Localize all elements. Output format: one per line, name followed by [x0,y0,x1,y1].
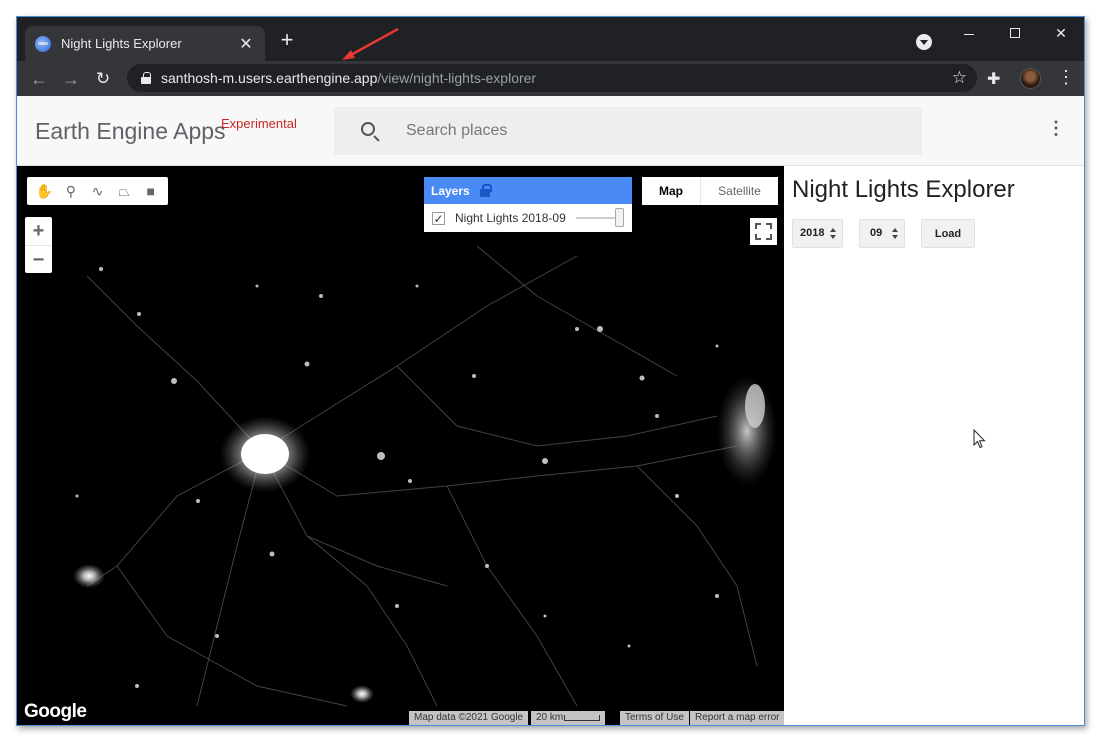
star-icon[interactable]: ☆ [952,68,967,88]
drawing-tools: ✋ ⚲ ∿ ⏢ ■ [27,177,168,205]
tab-strip: Night Lights Explorer ✕ + ✕ [17,17,1084,61]
search-icon [361,122,375,136]
mouse-cursor-icon [973,429,986,449]
search-box [334,107,922,155]
year-value: 2018 [800,227,825,239]
polygon-icon[interactable]: ⏢ [114,181,134,201]
map-scale[interactable]: 20 km [531,711,605,725]
map-canvas[interactable]: ✋ ⚲ ∿ ⏢ ■ + − Layers ✓ Night Lights 2018… [17,166,784,725]
marker-icon[interactable]: ⚲ [61,181,81,201]
tab-night-lights-explorer[interactable]: Night Lights Explorer ✕ [25,26,265,61]
favicon-icon [35,35,51,52]
panel-title: Night Lights Explorer [792,176,1015,203]
browser-toolbar: ← → ↻ santhosh-m.users.earthengine.app/v… [17,61,1084,96]
tab-search-icon[interactable] [916,34,932,50]
fullscreen-icon [755,223,761,229]
map-attribution: Map data ©2021 Google [409,711,529,725]
page-content: Earth Engine Apps Experimental ⋮ [17,96,1084,725]
layer-name: Night Lights 2018-09 [455,211,566,225]
profile-icon[interactable] [1020,68,1041,89]
layers-title: Layers [431,183,470,198]
spinner-icon [892,228,899,240]
zoom-out-button[interactable]: − [25,245,52,273]
month-select[interactable]: 09 [859,219,905,248]
opacity-slider-thumb[interactable] [615,208,624,227]
tab-title: Night Lights Explorer [61,36,182,51]
url-path: /view/night-lights-explorer [377,70,537,86]
spinner-icon [830,228,837,240]
fullscreen-icon-corner [755,234,761,240]
map-type-control: Map Satellite [642,177,778,205]
fullscreen-icon-corner [766,234,772,240]
night-lights-layer [73,245,777,707]
load-button[interactable]: Load [921,219,975,248]
experimental-badge: Experimental [221,116,297,131]
close-tab-icon[interactable]: ✕ [237,34,255,54]
layer-checkbox[interactable]: ✓ [432,211,445,225]
more-options-icon[interactable]: ⋮ [1047,118,1065,139]
map-type-map-button[interactable]: Map [642,177,700,205]
new-tab-button[interactable]: + [275,29,299,51]
minimize-button[interactable] [955,23,983,43]
url-host: santhosh-m.users.earthengine.app [161,70,378,86]
year-select[interactable]: 2018 [792,219,843,248]
app-brand[interactable]: Earth Engine Apps [35,118,226,145]
terms-link[interactable]: Terms of Use [620,711,689,725]
forward-arrow-icon[interactable]: → [59,67,83,91]
scale-label: 20 km [536,712,564,723]
zoom-in-button[interactable]: + [25,217,52,245]
browser-window: Night Lights Explorer ✕ + ✕ ← → ↻ santho… [16,16,1085,726]
rectangle-icon[interactable]: ■ [141,181,161,201]
back-arrow-icon[interactable]: ← [27,67,51,91]
map-type-satellite-button[interactable]: Satellite [700,177,778,205]
search-input[interactable] [406,118,886,144]
maximize-button[interactable] [1001,23,1029,43]
reload-icon[interactable]: ↻ [91,67,115,91]
month-value: 09 [870,227,883,239]
menu-icon[interactable]: ⋮ [1057,67,1075,88]
lock-icon[interactable] [141,72,151,84]
app-header: Earth Engine Apps Experimental ⋮ [17,96,1084,166]
scale-bar [564,715,600,721]
layers-panel: Layers ✓ Night Lights 2018-09 [424,177,632,232]
pan-hand-icon[interactable]: ✋ [34,181,54,201]
side-panel: Night Lights Explorer 2018 09 Load [784,166,1084,725]
report-error-link[interactable]: Report a map error [690,711,784,725]
lock-icon[interactable] [479,184,492,197]
address-bar[interactable]: santhosh-m.users.earthengine.app/view/ni… [127,64,977,92]
layers-header[interactable]: Layers [424,177,632,204]
layer-row: ✓ Night Lights 2018-09 [424,204,632,232]
extensions-icon[interactable]: ✚ [987,69,1000,89]
fullscreen-icon-corner [766,223,772,229]
fullscreen-button[interactable] [750,218,777,245]
zoom-control: + − [25,217,52,273]
google-logo: Google [24,701,87,722]
line-icon[interactable]: ∿ [87,181,107,201]
close-window-button[interactable]: ✕ [1047,23,1075,43]
